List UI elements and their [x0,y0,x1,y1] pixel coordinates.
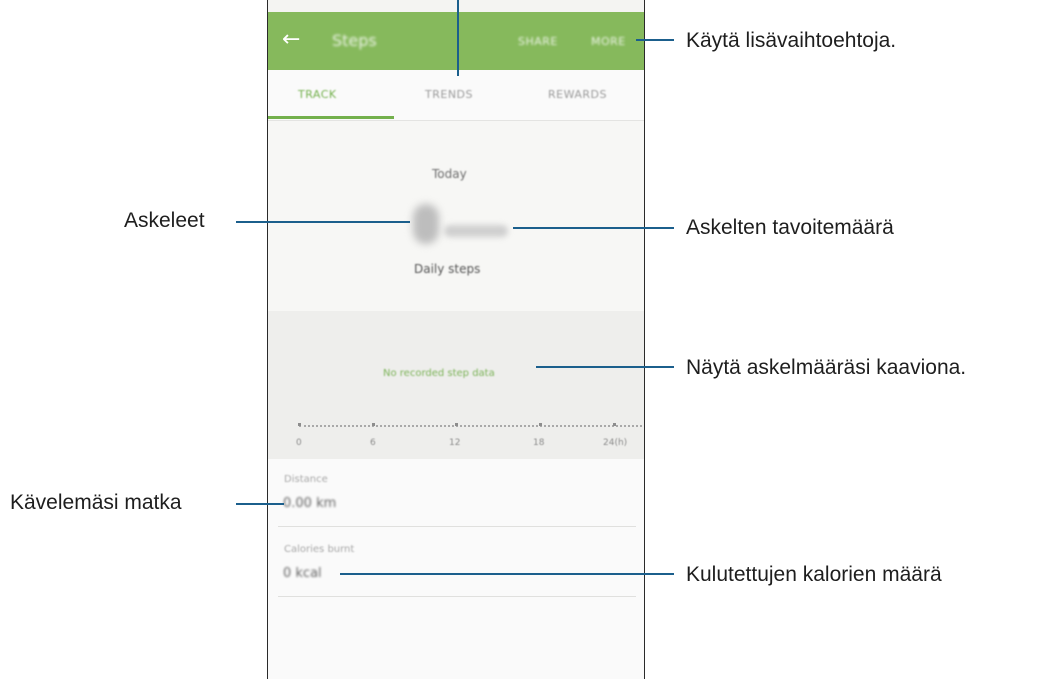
divider [278,526,636,527]
steps-chart[interactable]: No recorded step data 0 6 12 18 24(h) [268,311,644,459]
callout-line-steps [236,221,410,223]
axis-tick [298,423,301,426]
no-data-message: No recorded step data [383,368,495,379]
daily-summary: Today Daily steps [268,121,644,311]
callout-line-goal [513,227,674,229]
stats-panel: Distance 0.00 km Calories burnt 0 kcal [268,459,644,679]
more-button[interactable]: MORE [591,35,626,48]
app-title: Steps [332,31,377,50]
app-bar: ← Steps SHARE MORE [268,12,644,70]
axis-tick [613,423,616,426]
distance-label: Distance [284,474,328,485]
axis-label: 6 [370,438,376,448]
callout-distance: Kävelemäsi matka [10,491,182,514]
callout-calories: Kulutettujen kalorien määrä [686,563,942,586]
callout-goal: Askelten tavoitemäärä [686,216,894,239]
axis-tick [372,423,375,426]
callout-steps: Askeleet [124,209,205,232]
share-button[interactable]: SHARE [518,35,558,48]
axis-tick [539,423,542,426]
calories-label: Calories burnt [284,544,355,555]
callout-chart: Näytä askelmääräsi kaaviona. [686,356,967,379]
callout-line-calories [340,573,674,575]
axis-label: 24(h) [603,438,628,448]
calories-value: 0 kcal [283,566,322,581]
today-heading: Today [432,167,467,181]
phone-screen: ← Steps SHARE MORE TRACK TRENDS REWARDS … [267,0,645,679]
chart-axis [299,425,642,427]
callout-line-tabs [457,0,459,76]
axis-label: 0 [296,438,302,448]
tab-indicator [268,116,394,119]
steps-goal[interactable] [444,225,508,237]
daily-steps-label: Daily steps [414,262,481,276]
callout-line-more [636,39,674,41]
callout-line-distance [236,503,284,505]
tab-trends[interactable]: TRENDS [425,88,473,101]
back-arrow-icon[interactable]: ← [282,28,306,52]
axis-tick [455,423,458,426]
steps-count [413,204,439,244]
callout-line-chart [536,366,674,368]
callout-more-options: Käytä lisävaihtoehtoja. [686,29,897,52]
divider [278,596,636,597]
axis-label: 18 [533,438,545,448]
tab-track[interactable]: TRACK [298,88,337,101]
axis-label: 12 [449,438,461,448]
tab-bar: TRACK TRENDS REWARDS [268,70,644,121]
distance-value: 0.00 km [283,496,337,511]
tab-rewards[interactable]: REWARDS [548,88,607,101]
